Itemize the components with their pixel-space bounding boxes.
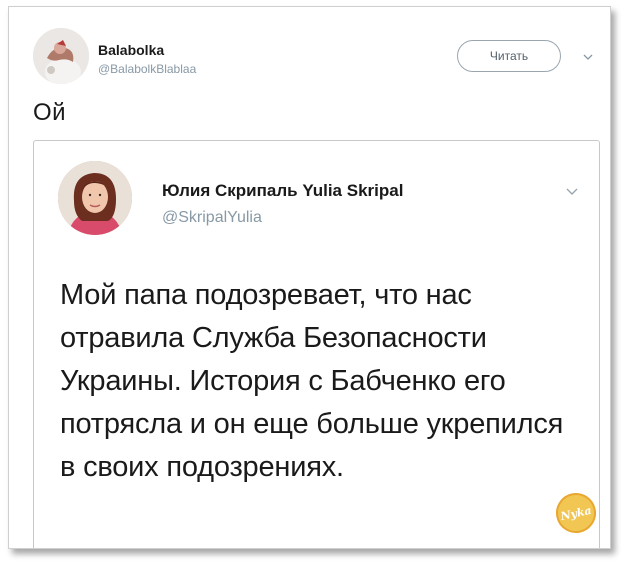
avatar[interactable] <box>33 28 89 84</box>
tweet-card: Balabolka @BalabolkBlablaa Читать Ой Юли… <box>8 6 611 549</box>
avatar[interactable] <box>58 161 132 235</box>
quoted-tweet[interactable]: Юлия Скрипаль Yulia Skripal @SkripalYuli… <box>33 140 600 548</box>
quoted-author-handle[interactable]: @SkripalYulia <box>162 209 262 227</box>
author-name[interactable]: Balabolka <box>98 42 164 58</box>
chevron-down-icon[interactable] <box>564 183 580 199</box>
quoted-author-name[interactable]: Юлия Скрипаль Yulia Skripal <box>162 181 403 201</box>
tweet-text: Ой <box>33 99 67 126</box>
avatar-photo <box>58 161 132 235</box>
avatar-image <box>33 28 89 84</box>
follow-button[interactable]: Читать <box>457 40 561 72</box>
quoted-tweet-text: Мой папа подозревает, что нас отравила С… <box>60 279 564 483</box>
chevron-down-icon[interactable] <box>581 50 595 64</box>
author-handle[interactable]: @BalabolkBlablaa <box>98 62 196 76</box>
